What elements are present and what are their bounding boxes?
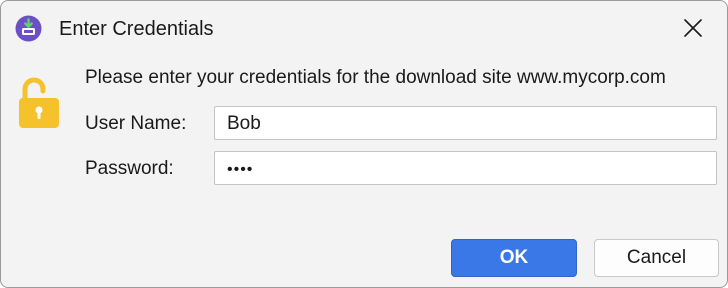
- password-label: Password:: [85, 158, 174, 179]
- password-field[interactable]: ••••: [214, 151, 717, 185]
- ok-button[interactable]: OK: [451, 239, 577, 277]
- close-button[interactable]: [673, 9, 713, 47]
- username-field[interactable]: Bob: [214, 106, 717, 140]
- username-value: Bob: [227, 113, 261, 134]
- password-masked-value: ••••: [227, 161, 254, 178]
- username-label: User Name:: [85, 113, 187, 134]
- unlocked-padlock-icon: [17, 75, 61, 129]
- title-bar: Enter Credentials: [1, 1, 727, 55]
- download-app-icon: [15, 15, 42, 42]
- credentials-dialog: Enter Credentials Please enter your cred…: [0, 0, 728, 288]
- window-title: Enter Credentials: [59, 18, 214, 40]
- prompt-message: Please enter your credentials for the do…: [85, 67, 666, 88]
- cancel-button[interactable]: Cancel: [594, 239, 719, 277]
- close-icon: [684, 19, 702, 37]
